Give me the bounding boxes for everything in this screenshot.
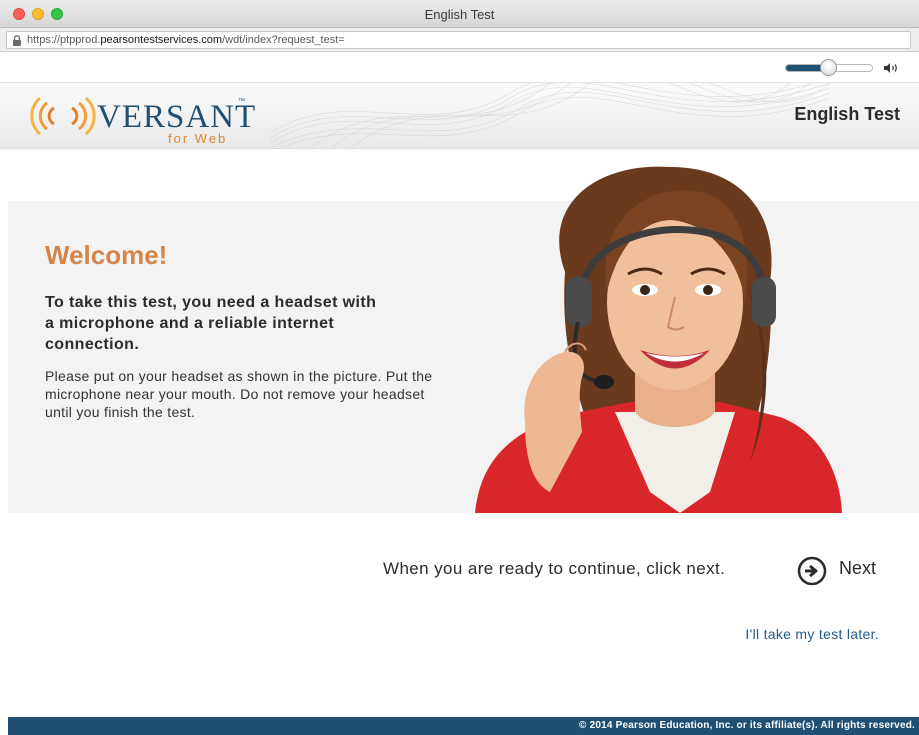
volume-bar [0, 53, 919, 83]
url-field[interactable]: https://ptpprod.pearsontestservices.com/… [6, 31, 911, 49]
title-bar: English Test [0, 0, 919, 28]
take-test-later-link[interactable]: I'll take my test later. [745, 626, 879, 642]
address-bar: https://ptpprod.pearsontestservices.com/… [0, 28, 919, 52]
url-domain: pearsontestservices.com [100, 34, 223, 46]
browser-window: English Test https://ptpprod.pearsontest… [0, 0, 919, 735]
headset-instructions: Please put on your headset as shown in t… [45, 368, 433, 420]
next-button[interactable]: Next [797, 554, 883, 586]
window-title: English Test [424, 7, 495, 22]
welcome-heading: Welcome! [45, 240, 168, 270]
radio-waves-logo-icon [30, 96, 96, 136]
speaker-icon [884, 63, 897, 73]
headset-woman-photo [475, 166, 842, 513]
url-prefix: https://ptpprod. [27, 34, 101, 46]
requirements-text: To take this test, you need a headset wi… [45, 294, 377, 353]
continue-prompt: When you are ready to continue, click ne… [383, 559, 726, 578]
volume-slider-knob[interactable] [820, 59, 837, 76]
page-header: VERSANT ™ for Web English Test [0, 83, 919, 149]
next-button-label: Next [839, 558, 877, 578]
url-text: https://ptpprod.pearsontestservices.com/… [27, 34, 345, 46]
url-path: /wdt/index?request_test= [222, 34, 345, 46]
logo-subtitle: for Web [168, 131, 228, 146]
header-wave-pattern [270, 83, 830, 148]
versant-logo: VERSANT ™ for Web [30, 93, 290, 146]
copyright-text: © 2014 Pearson Education, Inc. or its af… [579, 720, 915, 731]
logo-trademark: ™ [238, 98, 245, 105]
arrow-right-circle-icon [797, 556, 827, 586]
lock-icon [13, 35, 21, 46]
page-footer: © 2014 Pearson Education, Inc. or its af… [8, 717, 919, 735]
header-title: English Test [794, 104, 900, 124]
